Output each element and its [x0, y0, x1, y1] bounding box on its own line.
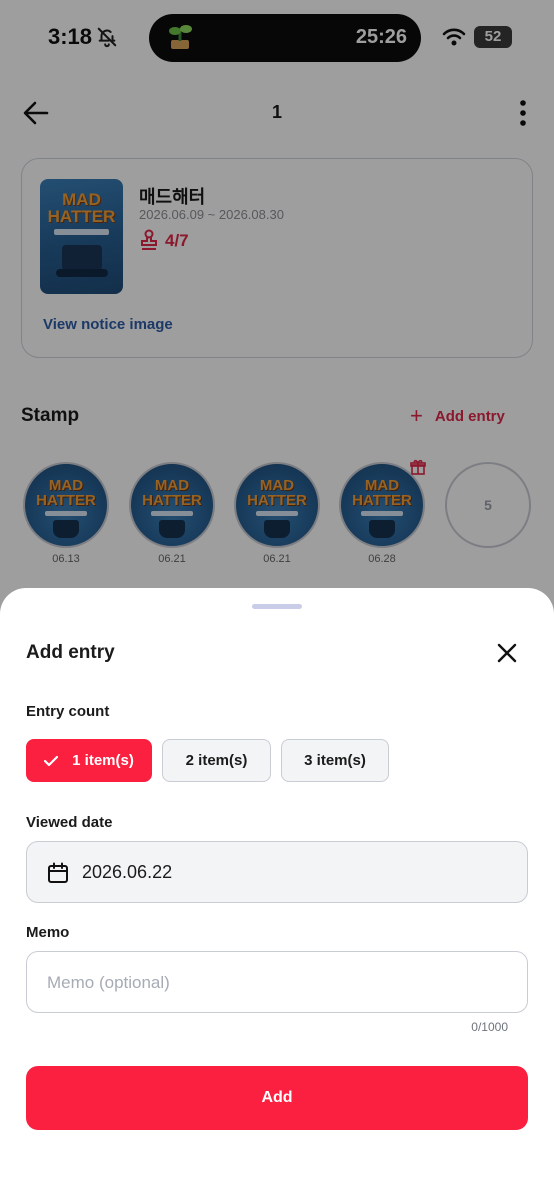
memo-field[interactable]: [26, 951, 528, 1013]
sheet-drag-handle[interactable]: [252, 604, 302, 609]
entry-count-option-label: 1 item(s): [72, 752, 134, 769]
memo-input[interactable]: [47, 970, 507, 996]
entry-count-option-2[interactable]: 2 item(s): [162, 739, 271, 782]
add-button[interactable]: Add: [26, 1066, 528, 1130]
memo-char-counter: 0/1000: [471, 1020, 508, 1034]
sheet-title: Add entry: [26, 642, 115, 663]
viewed-date-value: 2026.06.22: [82, 862, 173, 882]
memo-label: Memo: [26, 924, 70, 941]
check-icon: [44, 755, 59, 766]
add-entry-sheet: Add entry Entry count 1 item(s) 2 item(s…: [0, 588, 554, 1200]
viewed-date-label: Viewed date: [26, 814, 113, 831]
entry-count-option-1[interactable]: 1 item(s): [26, 739, 152, 782]
calendar-icon: [48, 862, 68, 883]
entry-count-option-label: 2 item(s): [185, 752, 248, 769]
entry-count-label: Entry count: [26, 703, 110, 720]
entry-count-option-label: 3 item(s): [304, 752, 366, 769]
entry-count-option-3[interactable]: 3 item(s): [281, 739, 389, 782]
close-icon[interactable]: [496, 642, 518, 664]
viewed-date-field[interactable]: 2026.06.22: [26, 841, 528, 903]
